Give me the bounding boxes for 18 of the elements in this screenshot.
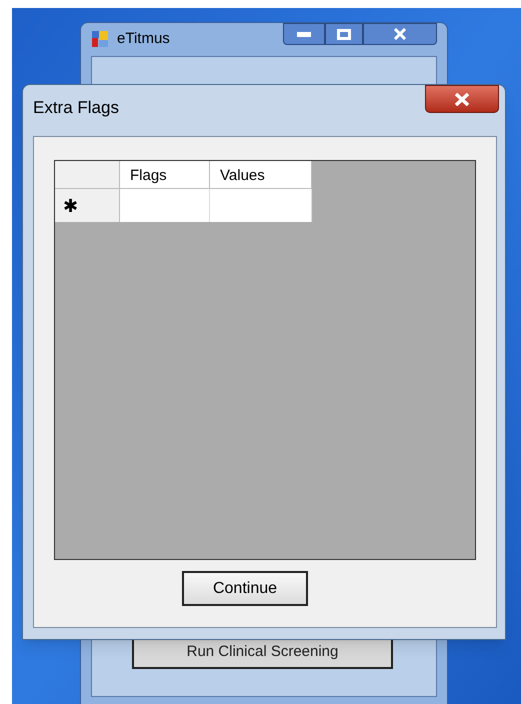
minimize-icon bbox=[297, 32, 311, 36]
close-icon bbox=[454, 92, 470, 106]
column-header[interactable]: Values bbox=[210, 161, 312, 189]
continue-button[interactable]: Continue bbox=[182, 571, 308, 606]
new-row-marker: ✱ bbox=[55, 189, 120, 222]
table-cell[interactable] bbox=[120, 189, 210, 222]
maximize-button[interactable] bbox=[325, 23, 363, 45]
row-header-corner bbox=[55, 161, 120, 189]
close-button[interactable] bbox=[363, 23, 437, 45]
app-icon bbox=[91, 30, 109, 48]
column-header[interactable]: Flags bbox=[120, 161, 210, 189]
close-button[interactable] bbox=[425, 85, 499, 113]
dialog-title: Extra Flags bbox=[33, 97, 119, 119]
table-cell[interactable] bbox=[210, 189, 312, 222]
window-title: eTitmus bbox=[117, 28, 170, 49]
minimize-button[interactable] bbox=[283, 23, 325, 45]
maximize-icon bbox=[337, 28, 351, 40]
close-icon bbox=[393, 28, 407, 40]
